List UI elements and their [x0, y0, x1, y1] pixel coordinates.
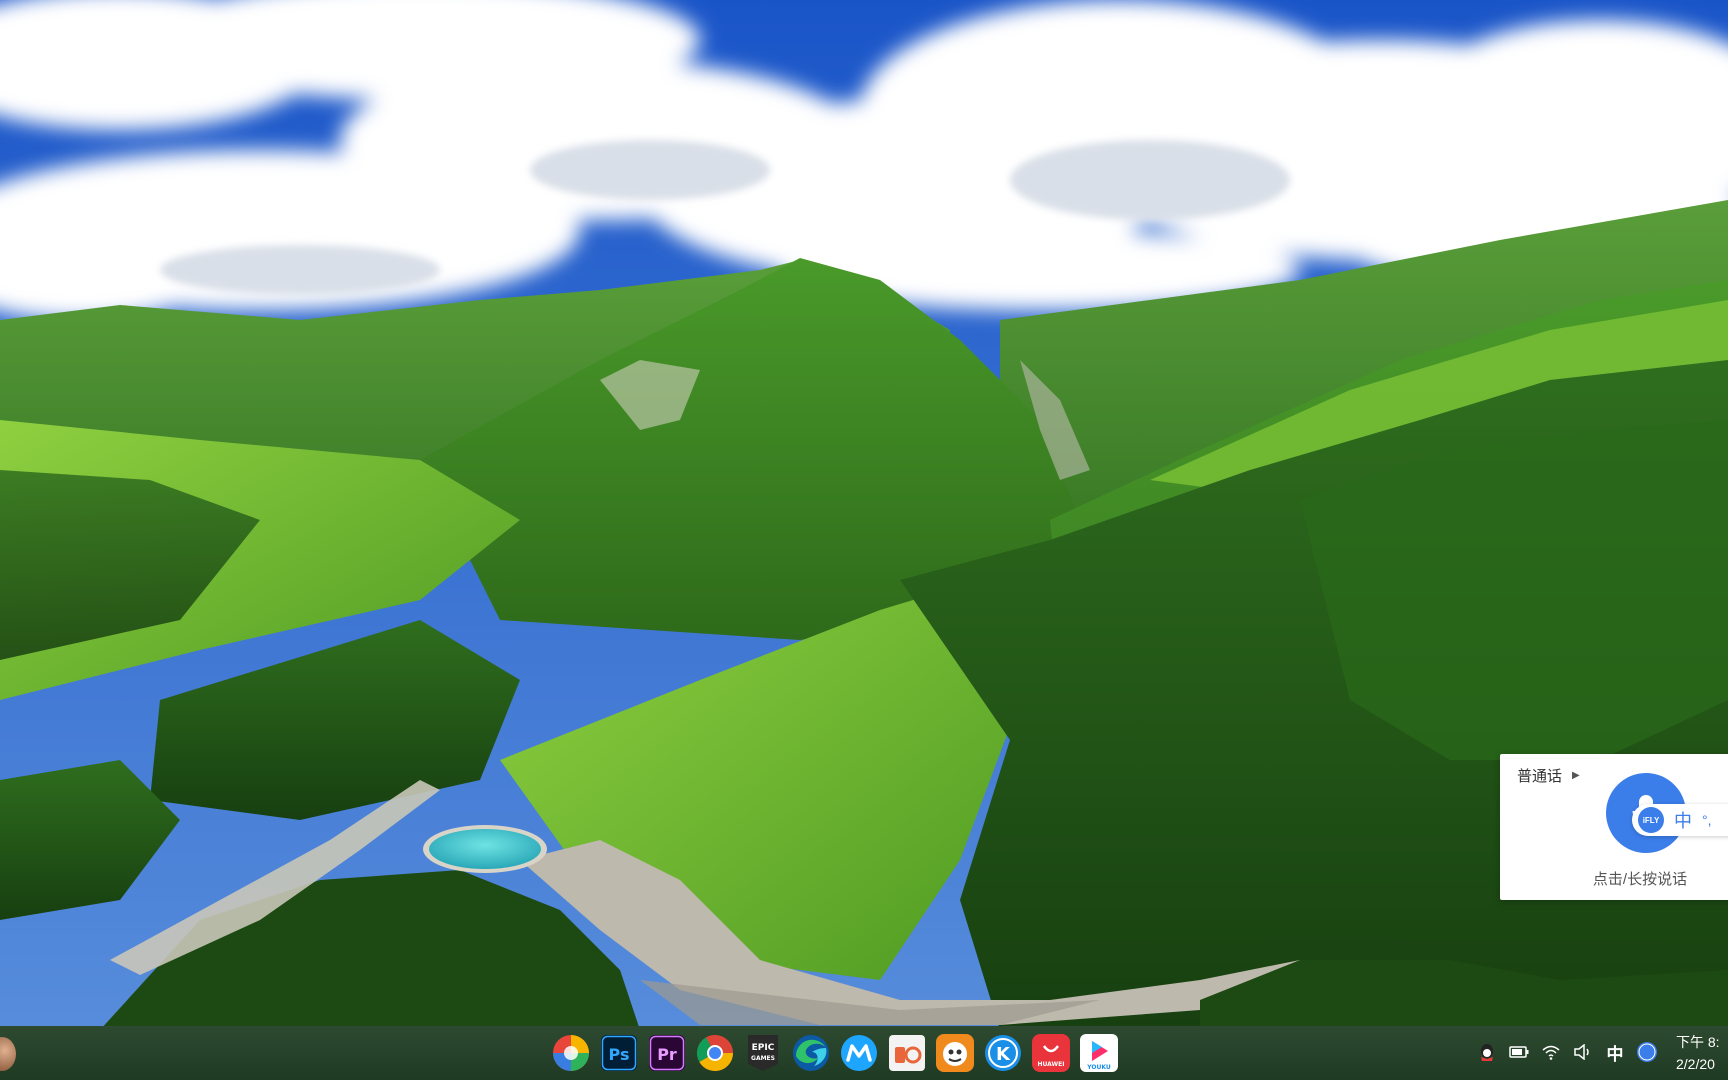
office-app-icon[interactable]: [887, 1033, 927, 1073]
punctuation-mode-indicator: °,: [1702, 812, 1712, 828]
taskbar-apps: Ps Pr EPIC GAMES K HUAWEI YOUKU: [551, 1033, 1119, 1073]
huawei-label: HUAWEI: [1037, 1061, 1064, 1068]
qq-tray-icon[interactable]: [1476, 1041, 1498, 1063]
youku-label: YOUKU: [1086, 1064, 1111, 1071]
photos-app-icon[interactable]: [551, 1033, 591, 1073]
clock-time: 下午 8:: [1676, 1034, 1720, 1050]
clock-date: 2/2/20: [1676, 1056, 1715, 1072]
input-method-indicator[interactable]: 中: [1604, 1041, 1626, 1064]
chrome-app-icon[interactable]: [695, 1033, 735, 1073]
wallpaper: [0, 0, 1728, 1080]
photoshop-label: Ps: [609, 1045, 630, 1064]
language-selector[interactable]: 普通话 ▶: [1517, 765, 1580, 786]
volume-icon[interactable]: [1572, 1041, 1594, 1063]
taskbar: Ps Pr EPIC GAMES K HUAWEI YOUKU 中 下午 8: …: [0, 1026, 1728, 1080]
wifi-icon[interactable]: [1540, 1041, 1562, 1063]
huawei-appgallery-icon[interactable]: HUAWEI: [1031, 1033, 1071, 1073]
photoshop-app-icon[interactable]: Ps: [599, 1033, 639, 1073]
caret-right-icon: ▶: [1572, 770, 1580, 781]
battery-icon[interactable]: [1508, 1041, 1530, 1063]
epic-games-app-icon[interactable]: EPIC GAMES: [743, 1033, 783, 1073]
meitu-app-icon[interactable]: [839, 1033, 879, 1073]
cartoon-app-icon[interactable]: [935, 1033, 975, 1073]
ifly-logo: iFLY: [1638, 807, 1664, 833]
voice-input-widget: 普通话 ▶ iFLY 中 °, 点击/长按说话: [1500, 754, 1728, 900]
language-label: 普通话: [1517, 768, 1563, 785]
system-tray: 中: [1476, 1041, 1658, 1064]
avatar[interactable]: [0, 1037, 16, 1071]
ime-mode-indicator: 中: [1674, 811, 1692, 831]
ifly-tray-icon[interactable]: [1636, 1041, 1658, 1063]
edge-app-icon[interactable]: [791, 1033, 831, 1073]
ime-status-pill[interactable]: iFLY 中 °,: [1632, 804, 1728, 836]
svg-text:EPIC: EPIC: [752, 1043, 775, 1053]
kugou-app-icon[interactable]: K: [983, 1033, 1023, 1073]
svg-text:GAMES: GAMES: [751, 1055, 775, 1062]
premiere-app-icon[interactable]: Pr: [647, 1033, 687, 1073]
premiere-label: Pr: [657, 1045, 677, 1064]
taskbar-clock[interactable]: 下午 8: 2/2/20: [1676, 1031, 1728, 1075]
voice-hint-text: 点击/长按说话: [1592, 871, 1688, 888]
youku-app-icon[interactable]: YOUKU: [1079, 1033, 1119, 1073]
desktop: 普通话 ▶ iFLY 中 °, 点击/长按说话 Ps Pr EPIC GAMES…: [0, 0, 1728, 1080]
kugou-label: K: [996, 1044, 1011, 1065]
